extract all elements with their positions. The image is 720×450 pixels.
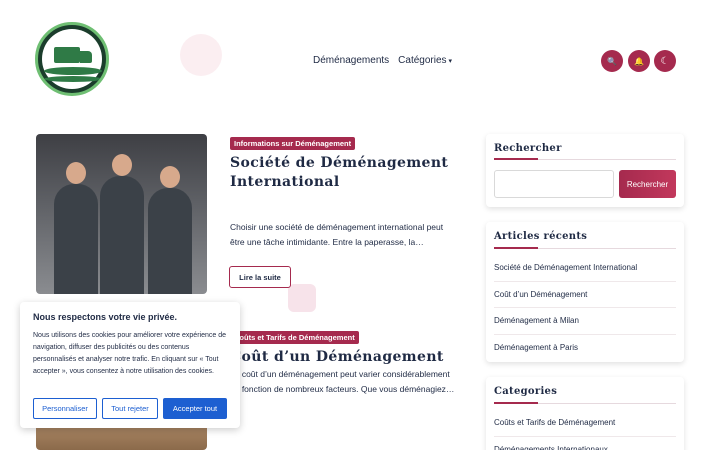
widget-divider <box>494 247 676 249</box>
search-icon: 🔍 <box>607 56 617 66</box>
nav-item-categories-label: Catégories <box>398 55 447 66</box>
search-submit-button[interactable]: Rechercher <box>619 170 676 198</box>
recent-posts-widget: Articles récents Société de Déménagement… <box>486 222 684 362</box>
bell-icon: 🔔 <box>634 56 644 66</box>
chevron-down-icon: ▾ <box>448 58 453 65</box>
logo-truck-emblem <box>42 29 102 89</box>
dark-mode-toggle[interactable]: ☾ <box>654 50 676 72</box>
post-excerpt: Le coût d’un déménagement peut varier co… <box>230 369 455 394</box>
post-category-badge[interactable]: Coûts et Tarifs de Déménagement <box>230 331 359 344</box>
recent-posts-list: Société de Déménagement International Co… <box>494 255 676 361</box>
list-item[interactable]: Déménagement à Paris <box>494 335 676 362</box>
nav-item-demenagements[interactable]: Déménagements <box>313 55 389 66</box>
list-item[interactable]: Coût d’un Déménagement <box>494 282 676 308</box>
reject-all-button[interactable]: Tout rejeter <box>102 398 158 419</box>
widget-title: Categories <box>494 386 558 397</box>
widget-divider <box>494 402 676 404</box>
widget-title: Rechercher <box>494 143 562 154</box>
read-more-button[interactable]: Lire la suite <box>229 266 291 288</box>
post-title[interactable]: Société de Déménagement International <box>230 154 448 192</box>
post-title-line: Société de Déménagement <box>230 155 449 171</box>
site-logo[interactable] <box>35 22 109 96</box>
search-widget: Rechercher Rechercher <box>486 134 684 207</box>
search-input[interactable] <box>494 170 614 198</box>
search-button[interactable]: 🔍 <box>601 50 623 72</box>
decorative-blob <box>288 284 316 312</box>
cookie-text: Nous utilisons des cookies pour améliore… <box>33 332 226 375</box>
post-title[interactable]: Coût d’un Déménagement <box>230 348 444 367</box>
cookie-title: Nous respectons votre vie privée. <box>33 312 178 322</box>
list-item[interactable]: Déménagement à Milan <box>494 308 676 335</box>
categories-list: Coûts et Tarifs de Déménagement Déménage… <box>494 410 676 450</box>
mover-figure <box>148 166 192 294</box>
main-nav: Déménagements Catégories ▾ <box>313 55 452 66</box>
cookie-consent-banner: Nous respectons votre vie privée. Nous u… <box>20 302 240 428</box>
notification-button[interactable]: 🔔 <box>628 50 650 72</box>
list-item[interactable]: Déménagements Internationaux <box>494 437 676 450</box>
list-item[interactable]: Société de Déménagement International <box>494 255 676 282</box>
categories-widget: Categories Coûts et Tarifs de Déménageme… <box>486 377 684 450</box>
widget-title: Articles récents <box>494 231 588 242</box>
post-title-line: International <box>230 174 340 190</box>
mover-figure <box>100 154 144 294</box>
widget-divider <box>494 158 676 160</box>
accept-all-button[interactable]: Accepter tout <box>163 398 227 419</box>
post-category-badge[interactable]: Informations sur Déménagement <box>230 137 356 150</box>
customize-button[interactable]: Personnaliser <box>33 398 97 419</box>
mover-figure <box>54 162 98 294</box>
list-item[interactable]: Coûts et Tarifs de Déménagement <box>494 410 676 437</box>
post-thumbnail-movers[interactable] <box>36 134 207 294</box>
post-excerpt: Choisir une société de déménagement inte… <box>230 222 444 247</box>
nav-item-categories[interactable]: Catégories ▾ <box>398 55 452 66</box>
moon-icon: ☾ <box>660 55 670 67</box>
decorative-blob <box>180 34 222 76</box>
